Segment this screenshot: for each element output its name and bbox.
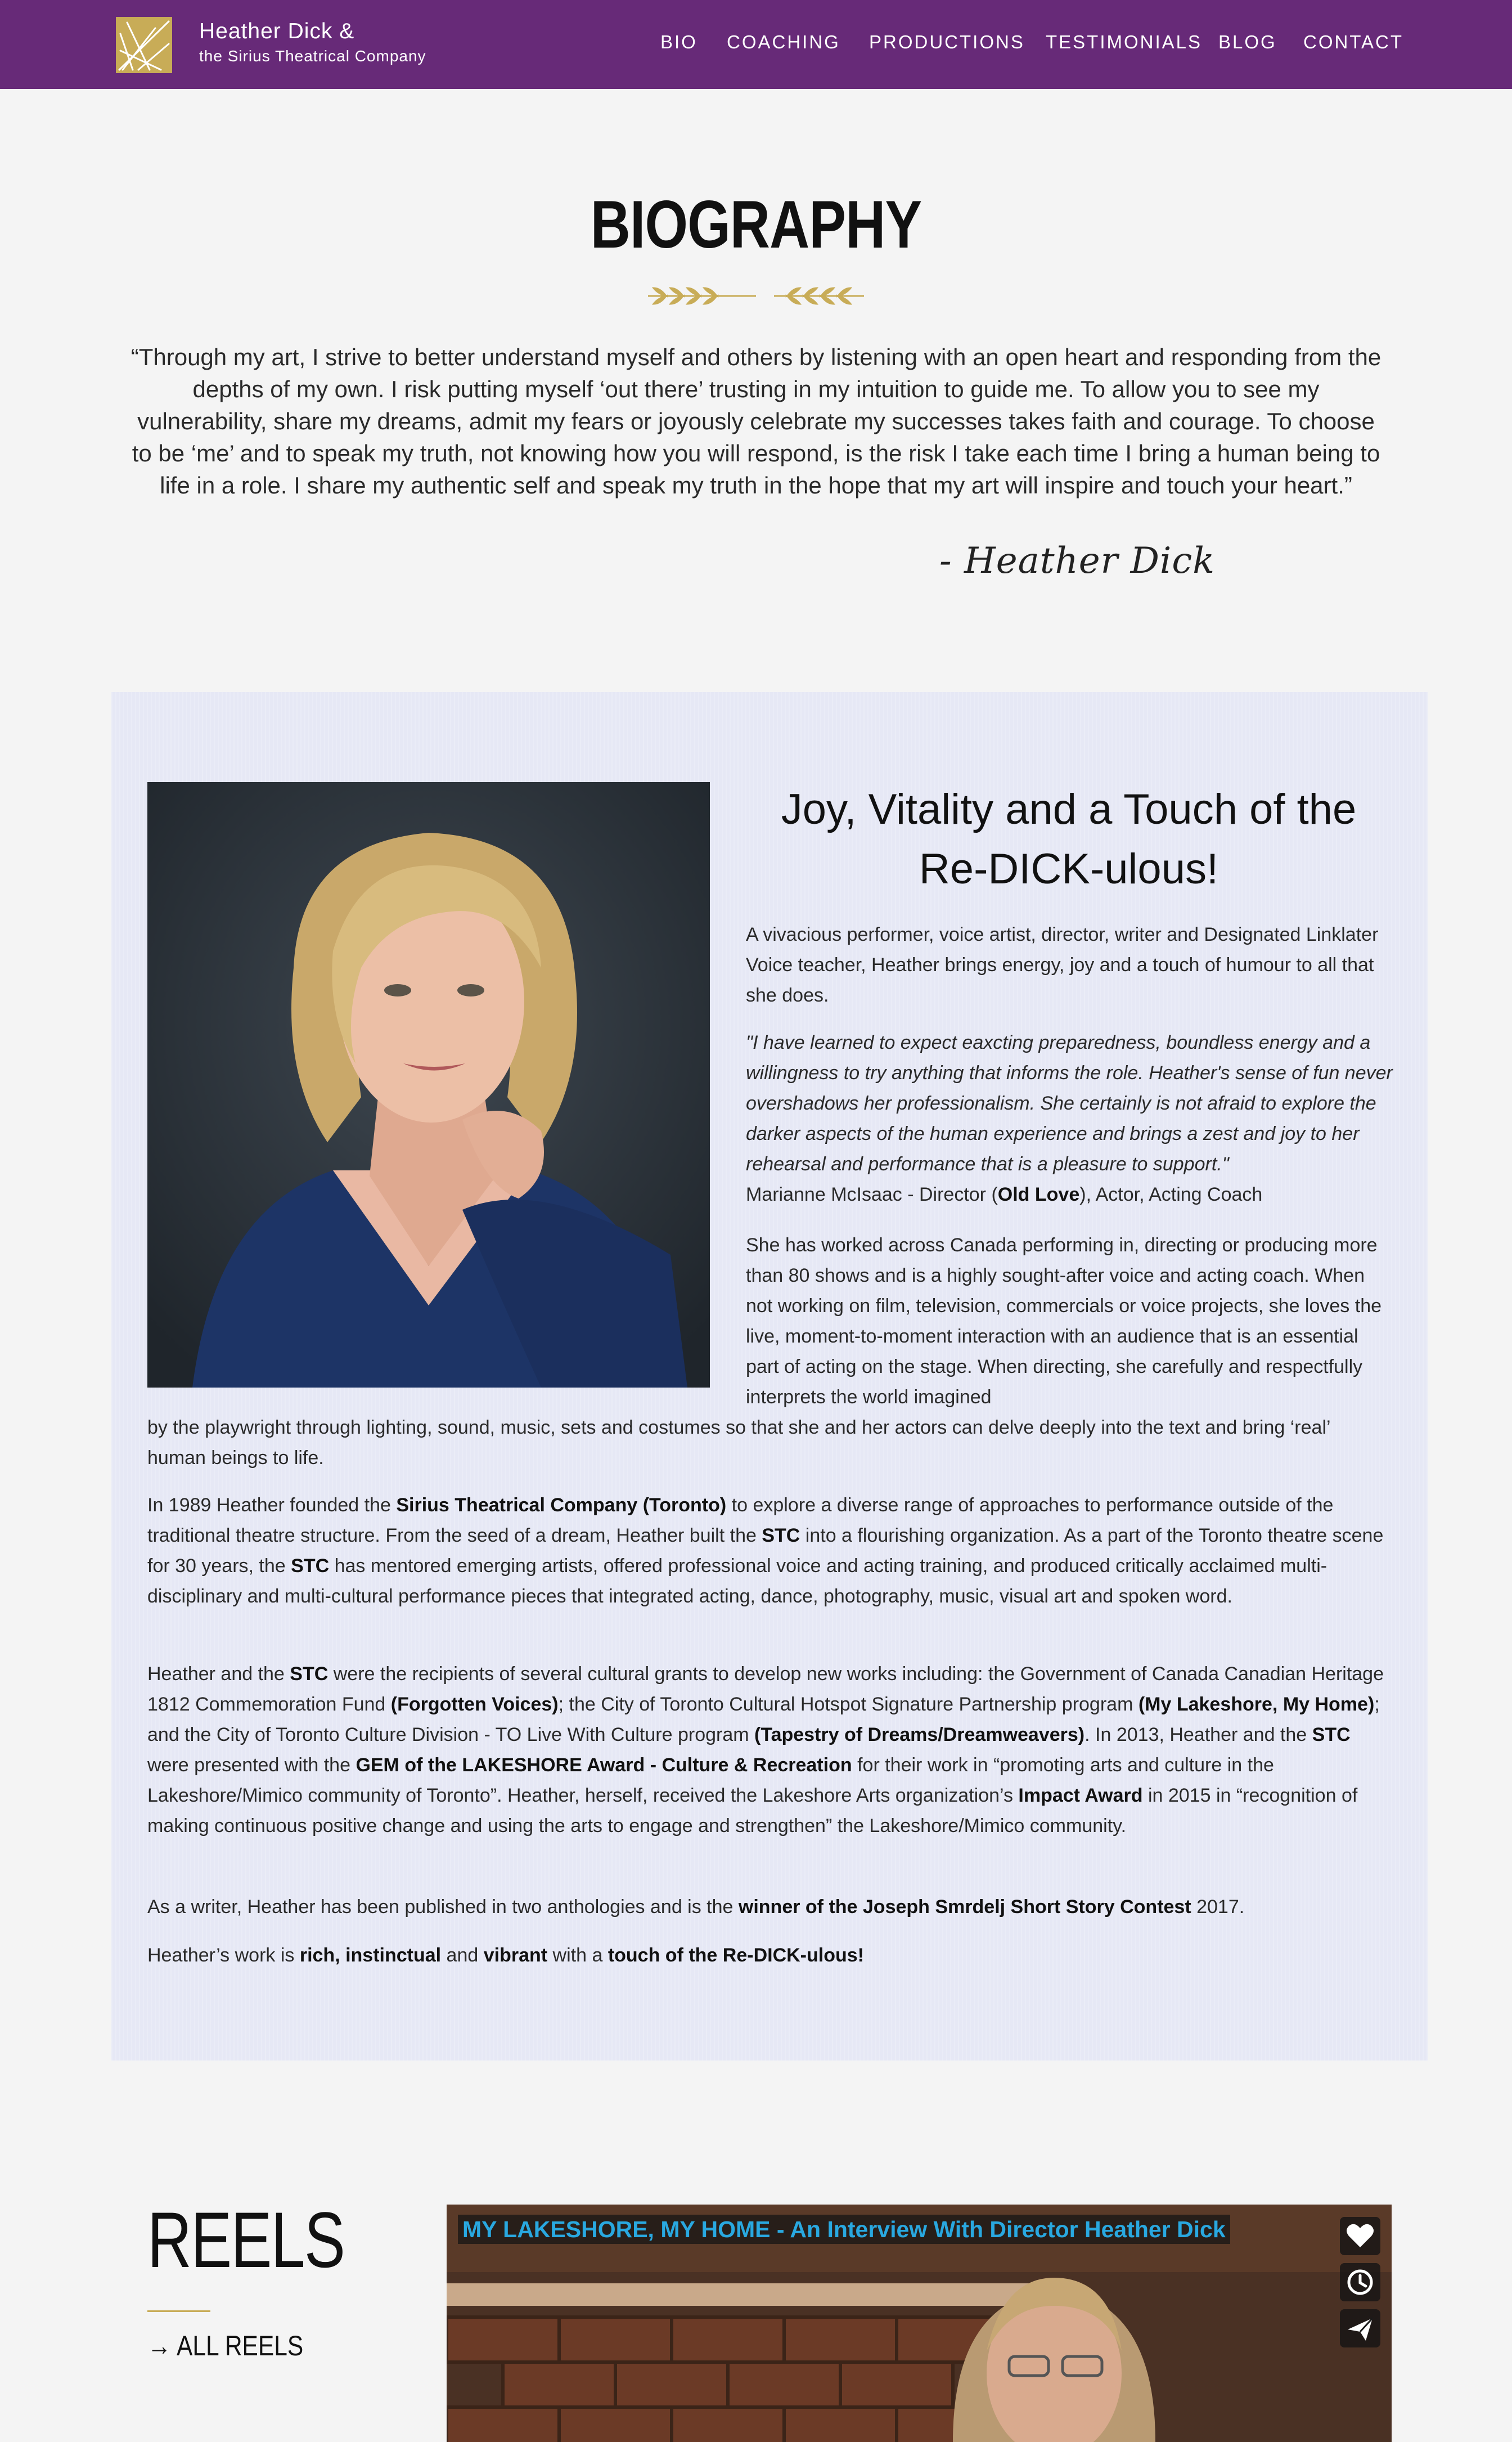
writer-paragraph: As a writer, Heather has been published … [147, 1892, 1392, 1922]
nav-blog[interactable]: BLOG [1218, 32, 1277, 53]
body-text: 2017. [1191, 1896, 1245, 1918]
emphasis-text: GEM of the LAKESHORE Award - Culture & R… [356, 1754, 852, 1776]
nav-bio[interactable]: BIO [660, 32, 698, 53]
logo-mark-icon [118, 20, 170, 71]
body-text: and [441, 1945, 484, 1966]
video-player[interactable]: MY LAKESHORE, MY HOME - An Interview Wit… [447, 2205, 1392, 2442]
clock-icon [1347, 2269, 1373, 2295]
like-button[interactable] [1340, 2217, 1380, 2255]
nav-testimonials[interactable]: TESTIMONIALS [1046, 32, 1202, 53]
portrait-photo [147, 782, 710, 1388]
intro-paragraph: A vivacious performer, voice artist, dir… [746, 924, 1379, 1006]
site-header: Heather Dick & the Sirius Theatrical Com… [0, 0, 1512, 89]
closing-paragraph: Heather’s work is rich, instinctual and … [147, 1940, 1392, 1970]
panel-heading: Joy, Vitality and a Touch of the Re-DICK… [781, 785, 1357, 893]
nav-coaching[interactable]: COACHING [727, 32, 840, 53]
signature: - Heather Dick [939, 540, 1215, 582]
nav-contact[interactable]: CONTACT [1303, 32, 1403, 53]
portrait-image-icon [147, 782, 710, 1388]
body-text: with a [547, 1945, 608, 1966]
page-title: BIOGRAPHY [590, 187, 922, 262]
body-text: As a writer, Heather has been published … [147, 1896, 739, 1918]
body-text: ; the City of Toronto Cultural Hotspot S… [558, 1694, 1138, 1715]
site-logo[interactable] [116, 17, 172, 73]
all-reels-label: ALL REELS [176, 2330, 304, 2362]
laurel-divider-icon [648, 287, 864, 305]
emphasis-text: Impact Award [1018, 1785, 1143, 1806]
all-reels-link[interactable]: → ALL REELS [147, 2329, 303, 2362]
testimonial-quote: "I have learned to expect eaxcting prepa… [746, 1032, 1393, 1175]
body-text: Heather’s work is [147, 1945, 300, 1966]
emphasis-text: (Forgotten Voices) [390, 1694, 559, 1715]
emphasis-text: STC [762, 1525, 800, 1546]
send-icon [1348, 2317, 1374, 2341]
brand-name[interactable]: Heather Dick & [199, 19, 354, 44]
share-button[interactable] [1340, 2309, 1380, 2347]
reels-title: REELS [147, 2196, 345, 2284]
nav-productions[interactable]: PRODUCTIONS [869, 32, 1025, 53]
career-paragraph-part1: She has worked across Canada performing … [746, 1235, 1382, 1408]
emphasis-text: winner of the Joseph Smrdelj Short Story… [738, 1896, 1191, 1918]
brand-subtitle[interactable]: the Sirius Theatrical Company [199, 47, 426, 65]
body-text: were presented with the [147, 1754, 356, 1776]
body-text: In 1989 Heather founded the [147, 1494, 397, 1516]
body-text: . In 2013, Heather and the [1084, 1724, 1312, 1745]
emphasis-text: touch of the Re-DICK-ulous! [608, 1945, 864, 1966]
emphasis-text: Sirius Theatrical Company (Toronto) [396, 1494, 727, 1516]
heart-icon [1347, 2224, 1374, 2247]
testimonial-author-post: ), Actor, Acting Coach [1079, 1184, 1263, 1205]
watch-later-button[interactable] [1340, 2263, 1380, 2301]
testimonial-author-show: Old Love [997, 1184, 1080, 1205]
testimonial-author-pre: Marianne McIsaac - Director ( [746, 1184, 998, 1205]
grants-paragraph: Heather and the STC were the recipients … [147, 1659, 1392, 1841]
bio-quote: “Through my art, I strive to better unde… [130, 344, 1382, 499]
emphasis-text: rich, instinctual [299, 1945, 442, 1966]
testimonial-block: "I have learned to expect eaxcting prepa… [746, 1027, 1398, 1210]
body-text: Heather and the [147, 1663, 290, 1685]
emphasis-text: STC [290, 1663, 328, 1685]
founding-paragraph: In 1989 Heather founded the Sirius Theat… [147, 1490, 1392, 1611]
emphasis-text: STC [291, 1555, 330, 1577]
reels-divider [147, 2310, 210, 2312]
arrow-right-icon: → [147, 2330, 172, 2362]
emphasis-text: vibrant [483, 1945, 548, 1966]
emphasis-text: (Tapestry of Dreams/Dreamweavers) [754, 1724, 1085, 1745]
video-title[interactable]: MY LAKESHORE, MY HOME - An Interview Wit… [458, 2215, 1230, 2244]
career-paragraph-part2: by the playwright through lighting, soun… [147, 1417, 1330, 1469]
emphasis-text: (My Lakeshore, My Home) [1138, 1694, 1375, 1715]
emphasis-text: STC [1312, 1724, 1351, 1745]
